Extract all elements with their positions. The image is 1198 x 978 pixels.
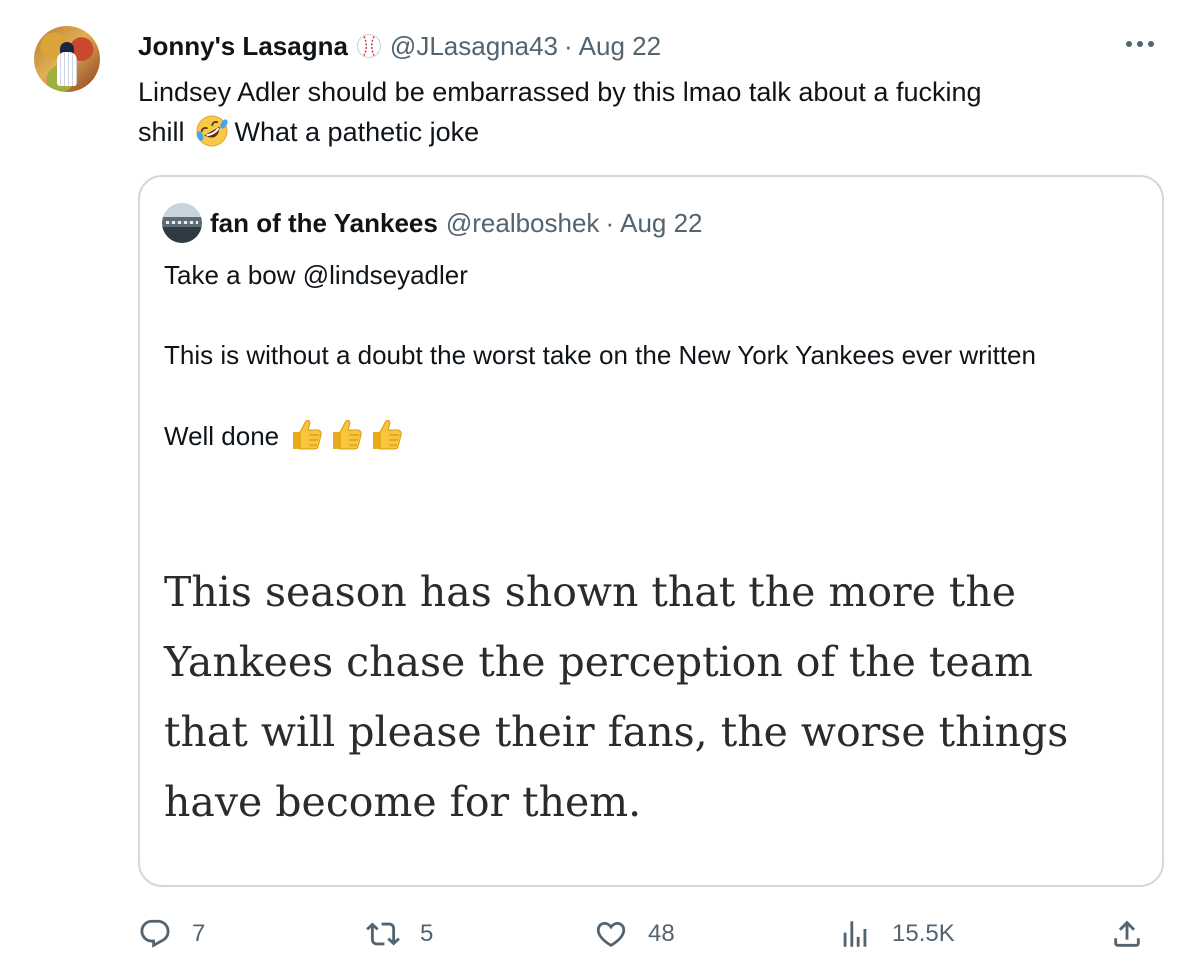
author-avatar[interactable] — [34, 26, 100, 92]
reply-count: 7 — [192, 920, 206, 947]
more-options-icon[interactable] — [1126, 36, 1160, 52]
thumbs-up-emoji — [333, 419, 362, 450]
quoted-author-handle[interactable]: @realboshek — [446, 208, 600, 239]
article-excerpt-image: This season has shown that the more the … — [164, 568, 1069, 826]
thumbs-up-emoji — [293, 419, 322, 450]
like-count: 48 — [648, 920, 675, 947]
quoted-tweet-card[interactable]: fan of the Yankees @realboshek · Aug 22 … — [138, 175, 1164, 887]
retweet-count: 5 — [420, 920, 434, 947]
quoted-author-avatar[interactable] — [162, 203, 202, 243]
tweet-text: Lindsey Adler should be embarrassed by t… — [138, 72, 1148, 152]
reply-icon — [140, 919, 170, 948]
quoted-text-para3: Well done — [164, 415, 1124, 456]
tweet-actions-bar: 7 5 48 15.5K — [138, 912, 1164, 956]
baseball-icon — [356, 34, 381, 58]
author-display-name[interactable]: Jonny's Lasagna — [138, 31, 348, 62]
thumbs-up-emojis — [287, 415, 405, 453]
retweet-icon — [366, 922, 400, 946]
quoted-tweet-text: Take a bow @lindseyadler This is without… — [164, 255, 1124, 456]
avatar-player — [57, 52, 77, 86]
view-count: 15.5K — [892, 920, 955, 947]
tweet-header: Jonny's Lasagna @JLasagna43 · Aug 22 — [138, 30, 661, 62]
tweet-text-line1: Lindsey Adler should be embarrassed by t… — [138, 77, 982, 107]
tweet-text-line2: shill What a pathetic joke — [138, 112, 1148, 152]
quoted-tweet-date[interactable]: Aug 22 — [620, 208, 702, 239]
share-button[interactable] — [1110, 912, 1144, 956]
rolling-on-floor-laughing-emoji — [196, 115, 228, 147]
tweet-text-end: What a pathetic joke — [234, 117, 480, 147]
like-button[interactable]: 48 — [594, 912, 675, 956]
header-separator: · — [564, 30, 573, 61]
tweet-date[interactable]: Aug 22 — [579, 31, 661, 62]
heart-icon — [596, 921, 626, 947]
quoted-header-separator: · — [605, 207, 615, 238]
quoted-tweet-header: fan of the Yankees @realboshek · Aug 22 — [162, 203, 703, 243]
views-chart-icon — [843, 921, 867, 947]
quoted-author-display-name[interactable]: fan of the Yankees — [210, 208, 438, 239]
thumbs-up-emoji — [373, 419, 402, 450]
share-icon — [1114, 920, 1140, 947]
retweet-button[interactable]: 5 — [366, 912, 433, 956]
views-button[interactable]: 15.5K — [838, 912, 955, 956]
tweet-text-shill: shill — [138, 117, 185, 147]
quoted-text-para2: This is without a doubt the worst take o… — [164, 340, 1036, 370]
quoted-text-well-done: Well done — [164, 421, 280, 451]
author-handle[interactable]: @JLasagna43 — [390, 31, 558, 62]
quoted-text-para1: Take a bow @lindseyadler — [164, 260, 468, 290]
reply-button[interactable]: 7 — [138, 912, 205, 956]
